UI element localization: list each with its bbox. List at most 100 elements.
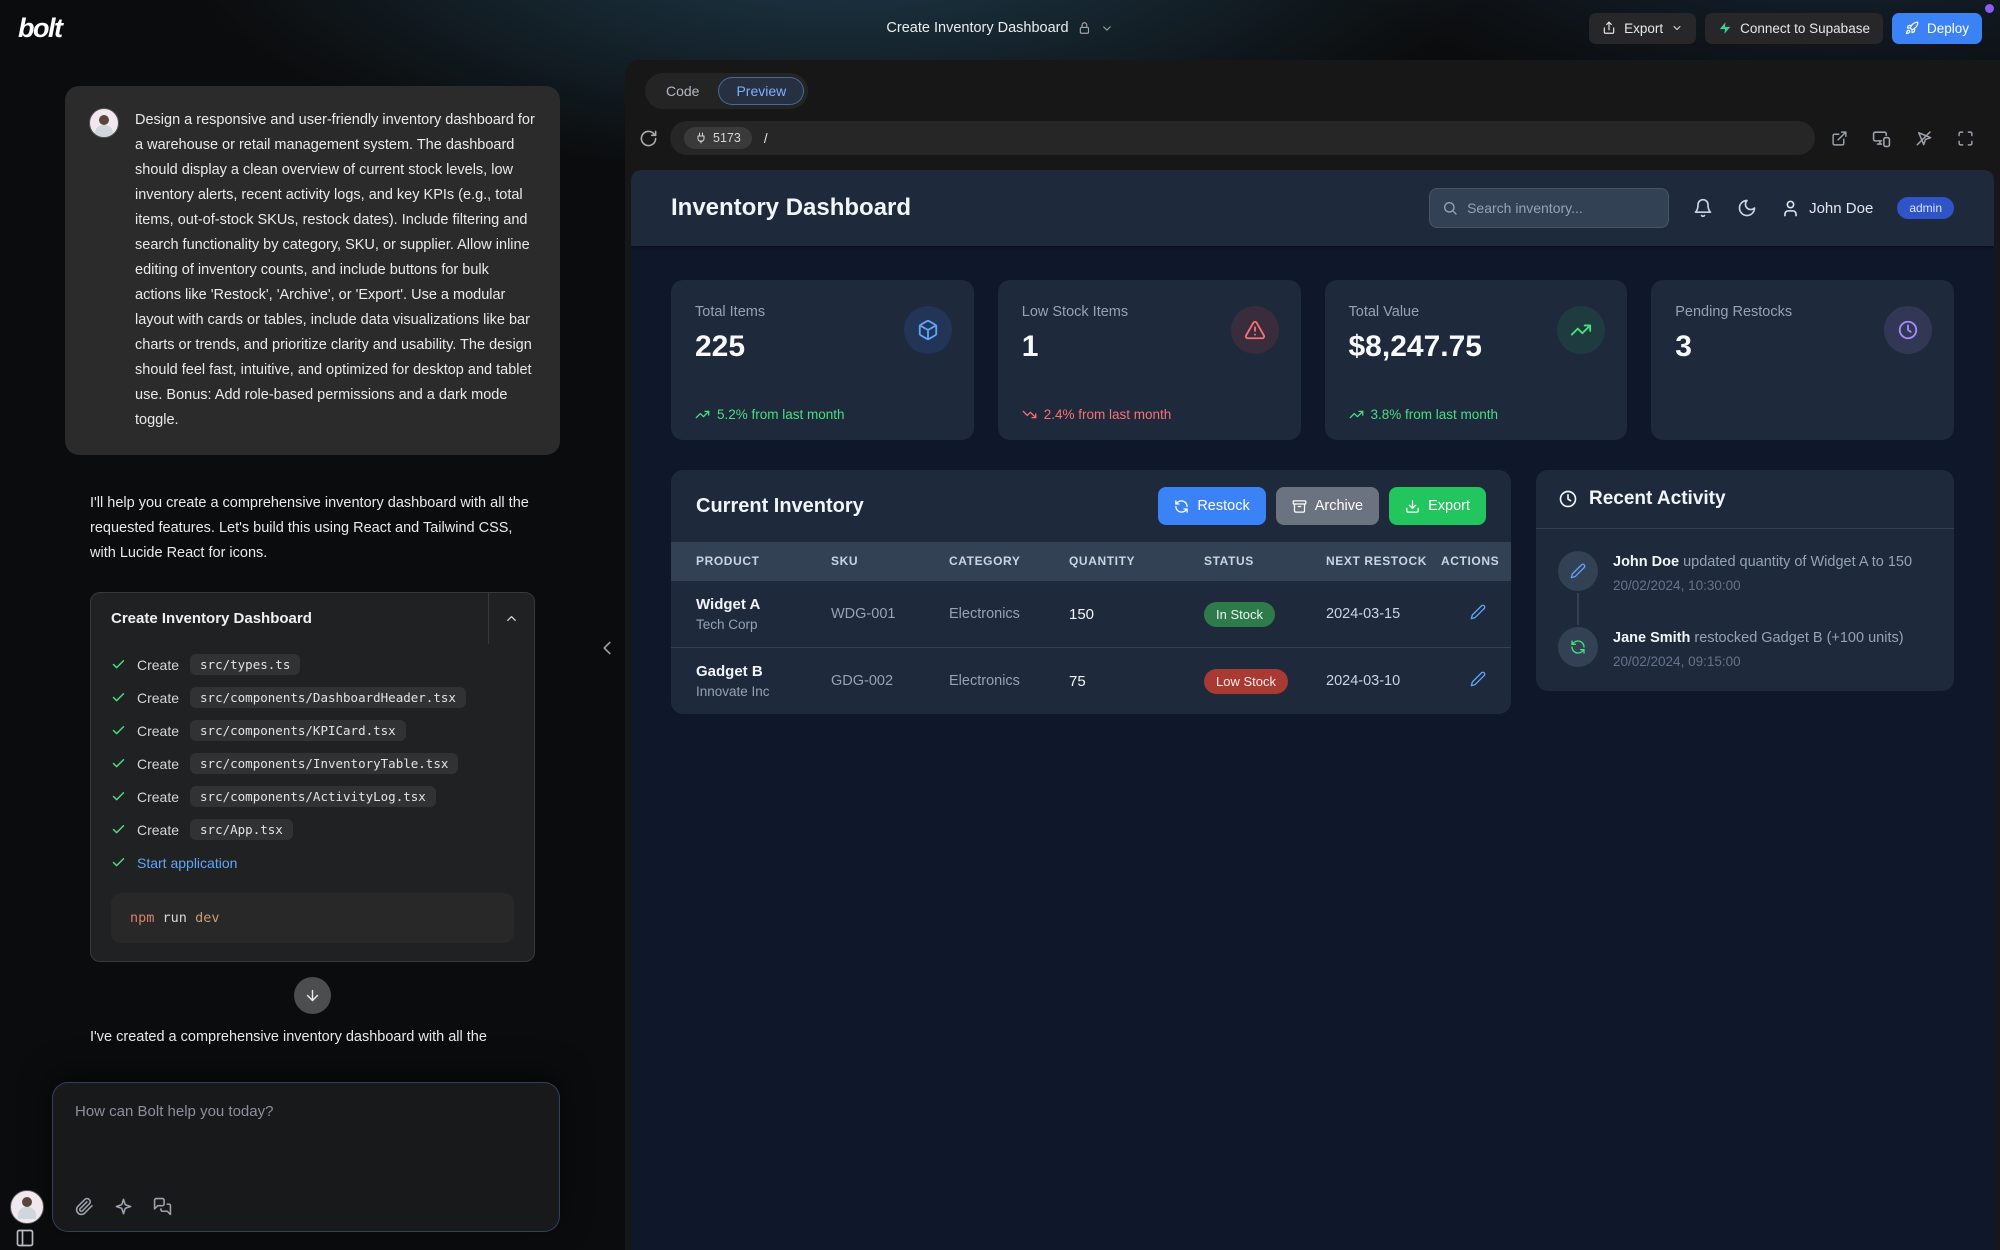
product-quantity[interactable]: 150: [1069, 581, 1204, 648]
url-input[interactable]: 5173 /: [670, 121, 1815, 155]
edit-row-button[interactable]: [1470, 604, 1486, 620]
step-file-chip[interactable]: src/types.ts: [190, 654, 300, 675]
dashboard-header-actions: John Doe admin: [1429, 188, 1954, 228]
download-icon: [1405, 499, 1420, 514]
export-data-button[interactable]: Export: [1389, 487, 1486, 525]
artifact-step: Create src/types.ts: [111, 648, 514, 681]
trending-up-icon: [1557, 306, 1605, 354]
artifact-collapse-button[interactable]: [488, 593, 534, 644]
deploy-button-label: Deploy: [1927, 21, 1969, 36]
collapse-chat-chevron[interactable]: [596, 637, 618, 659]
step-file-chip[interactable]: src/components/InventoryTable.tsx: [190, 753, 458, 774]
rocket-icon: [1905, 21, 1919, 35]
table-row[interactable]: Widget ATech Corp WDG-001 Electronics 15…: [671, 581, 1511, 648]
kpi-card-low-stock: Low Stock Items 1 2.4% from last month: [998, 280, 1301, 440]
kpi-card-total-items: Total Items 225 5.2% from last month: [671, 280, 974, 440]
edit-row-button[interactable]: [1470, 671, 1486, 687]
chat-input-box[interactable]: How can Bolt help you today?: [52, 1082, 560, 1232]
activity-timestamp: 20/02/2024, 10:30:00: [1613, 578, 1912, 593]
user-message-text: Design a responsive and user-friendly in…: [135, 108, 536, 433]
bell-icon[interactable]: [1693, 198, 1713, 218]
port-badge[interactable]: 5173: [684, 127, 752, 149]
dashboard-panels: Current Inventory Restock Archive: [671, 470, 1954, 714]
archive-button[interactable]: Archive: [1276, 487, 1379, 525]
inventory-table: Product SKU Category Quantity Status Nex…: [671, 542, 1511, 714]
sidebar-toggle-icon[interactable]: [15, 1228, 35, 1248]
product-quantity[interactable]: 75: [1069, 648, 1204, 715]
export-button[interactable]: Export: [1589, 13, 1696, 44]
product-category: Electronics: [949, 581, 1069, 648]
search-icon: [1442, 200, 1458, 216]
timeline-connector: [1577, 593, 1579, 625]
inventory-search[interactable]: [1429, 188, 1669, 228]
artifact-card: Create Inventory Dashboard Create src/ty…: [90, 592, 535, 962]
tab-preview[interactable]: Preview: [718, 77, 804, 105]
archive-button-label: Archive: [1315, 498, 1363, 514]
project-title: Create Inventory Dashboard: [886, 20, 1068, 36]
step-action: Create: [137, 756, 179, 772]
refresh-icon: [1558, 627, 1598, 667]
attach-link-icon[interactable]: [75, 1197, 94, 1216]
account-avatar[interactable]: [10, 1190, 44, 1224]
supabase-zap-icon: [1718, 21, 1732, 35]
step-file-chip[interactable]: src/components/KPICard.tsx: [190, 720, 406, 741]
product-sku: GDG-002: [831, 648, 949, 715]
kpi-trend-text: 2.4% from last month: [1044, 407, 1172, 422]
moon-dark-mode-icon[interactable]: [1737, 198, 1757, 218]
export-button-label: Export: [1624, 21, 1663, 36]
connect-supabase-button[interactable]: Connect to Supabase: [1705, 13, 1883, 44]
tab-code[interactable]: Code: [649, 78, 716, 104]
user-avatar: [89, 108, 119, 138]
fullscreen-icon[interactable]: [1957, 130, 1974, 147]
product-sku: WDG-001: [831, 581, 949, 648]
activity-list: John Doe updated quantity of Widget A to…: [1536, 529, 1954, 691]
assistant-outro-text: I've created a comprehensive inventory d…: [90, 1025, 535, 1050]
step-action: Create: [137, 690, 179, 706]
port-number: 5173: [713, 131, 741, 145]
activity-action: restocked Gadget B (+100 units): [1694, 630, 1903, 646]
trending-up-icon: [1349, 407, 1364, 422]
role-badge: admin: [1897, 197, 1954, 219]
command-npm: npm: [130, 910, 154, 926]
bolt-logo[interactable]: bolt: [18, 13, 61, 44]
inventory-panel-header: Current Inventory Restock Archive: [671, 470, 1511, 542]
activity-user: John Doe: [1613, 554, 1679, 570]
activity-timestamp: 20/02/2024, 09:15:00: [1613, 654, 1904, 669]
project-title-group[interactable]: Create Inventory Dashboard: [886, 0, 1113, 56]
check-icon: [111, 690, 126, 705]
start-application-link[interactable]: Start application: [137, 855, 237, 871]
inspector-cursor-icon[interactable]: [1915, 129, 1933, 147]
status-badge: In Stock: [1204, 602, 1275, 627]
step-file-chip[interactable]: src/components/ActivityLog.tsx: [190, 786, 436, 807]
inventory-search-input[interactable]: [1467, 200, 1656, 216]
alert-triangle-icon: [1231, 306, 1279, 354]
command-dev: dev: [195, 910, 219, 926]
step-file-chip[interactable]: src/App.tsx: [190, 819, 293, 840]
open-external-icon[interactable]: [1831, 130, 1848, 147]
reload-icon[interactable]: [639, 129, 658, 148]
kpi-trend: 2.4% from last month: [1022, 407, 1172, 422]
step-file-chip[interactable]: src/components/DashboardHeader.tsx: [190, 687, 466, 708]
device-preview-icon[interactable]: [1872, 129, 1891, 148]
artifact-step: Create src/components/ActivityLog.tsx: [111, 780, 514, 813]
user-menu[interactable]: John Doe: [1781, 199, 1873, 218]
column-actions: Actions: [1441, 542, 1511, 581]
chat-input-toolbar: [75, 1197, 172, 1216]
preview-panel: Code Preview 5173 / Inventory Das: [625, 60, 2000, 1250]
user-name: John Doe: [1809, 200, 1873, 217]
product-name: Gadget B: [696, 663, 823, 680]
chevron-down-icon[interactable]: [1101, 22, 1114, 35]
chevron-up-icon: [504, 611, 519, 626]
chat-mode-icon[interactable]: [153, 1197, 172, 1216]
restock-button[interactable]: Restock: [1158, 487, 1265, 525]
activity-item: Jane Smith restocked Gadget B (+100 unit…: [1558, 627, 1932, 669]
activity-title: Recent Activity: [1589, 488, 1726, 510]
top-bar: bolt Create Inventory Dashboard Export C…: [0, 0, 2000, 56]
deploy-button[interactable]: Deploy: [1892, 13, 1982, 44]
table-row[interactable]: Gadget BInnovate Inc GDG-002 Electronics…: [671, 648, 1511, 715]
archive-icon: [1292, 499, 1307, 514]
preview-toolbar-icons: [1831, 129, 1974, 148]
enhance-sparkles-icon[interactable]: [114, 1197, 133, 1216]
notification-dot: [1985, 4, 1994, 13]
scroll-to-bottom-button[interactable]: [294, 977, 331, 1014]
